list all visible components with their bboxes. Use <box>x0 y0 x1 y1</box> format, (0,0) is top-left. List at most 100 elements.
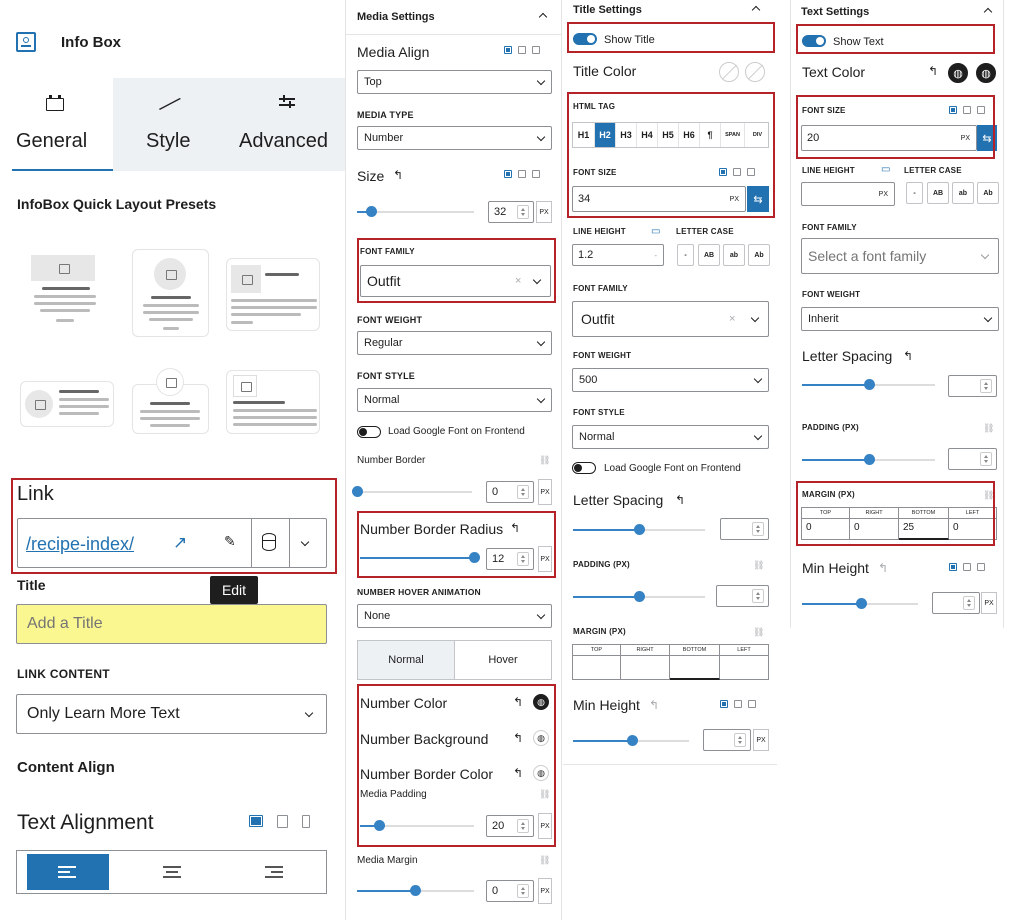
align-center-button[interactable] <box>163 866 181 878</box>
align-right-button[interactable] <box>265 866 283 878</box>
padding-slider[interactable] <box>802 454 935 465</box>
tablet-icon[interactable] <box>518 46 526 54</box>
case-upper-button[interactable]: AB <box>927 182 949 204</box>
tablet-icon[interactable] <box>277 815 288 828</box>
no-color-swatch[interactable] <box>745 62 765 82</box>
preset-layout-6[interactable] <box>226 370 320 434</box>
spinner-icon[interactable] <box>752 589 764 603</box>
chevron-up-icon[interactable] <box>751 5 761 15</box>
desktop-icon[interactable] <box>949 563 957 571</box>
slider-handle[interactable] <box>366 206 378 217</box>
globe-color-icon[interactable]: ◍ <box>948 63 968 83</box>
preset-layout-2[interactable] <box>132 249 209 337</box>
spinner-icon[interactable] <box>517 485 529 499</box>
tablet-icon[interactable] <box>734 700 742 708</box>
spinner-icon[interactable] <box>980 379 992 393</box>
load-google-font-toggle[interactable] <box>572 462 596 474</box>
preset-layout-1[interactable] <box>20 247 114 335</box>
tab-hover[interactable]: Hover <box>455 640 552 680</box>
link-icon[interactable]: ⛓ <box>753 560 764 571</box>
spinner-icon[interactable] <box>517 884 529 898</box>
unit-selector[interactable]: PX <box>538 878 552 904</box>
desktop-icon[interactable]: ▭ <box>651 226 660 237</box>
spinner-icon[interactable] <box>734 733 746 747</box>
link-icon[interactable]: ⛓ <box>983 423 994 434</box>
font-weight-select[interactable]: Inherit <box>801 307 999 331</box>
min-height-slider[interactable] <box>573 735 689 746</box>
clear-icon[interactable]: × <box>729 313 735 325</box>
font-family-select[interactable]: Outfit × <box>572 301 769 337</box>
desktop-icon[interactable]: ▭ <box>881 164 890 175</box>
tablet-icon[interactable] <box>518 170 526 178</box>
font-weight-select[interactable]: 500 <box>572 368 769 392</box>
case-none-button[interactable]: - <box>906 182 923 204</box>
chevron-up-icon[interactable] <box>538 12 548 22</box>
spinner-icon[interactable] <box>980 452 992 466</box>
size-input[interactable]: 32 <box>488 201 534 223</box>
slider-handle[interactable] <box>864 379 875 390</box>
preset-layout-4[interactable] <box>20 381 114 427</box>
unit-selector[interactable]: PX <box>981 592 997 614</box>
reset-icon[interactable]: ↰ <box>928 64 938 78</box>
margin-right-input[interactable]: RIGHT <box>621 644 670 680</box>
number-border-slider[interactable] <box>352 486 472 497</box>
chevron-up-icon[interactable] <box>983 7 993 17</box>
font-weight-select[interactable]: Regular <box>357 331 552 355</box>
line-height-input[interactable]: 1.2- <box>572 244 664 266</box>
desktop-icon[interactable] <box>504 170 512 178</box>
unit-selector[interactable]: PX <box>536 201 552 223</box>
mobile-icon[interactable] <box>748 700 756 708</box>
no-color-swatch[interactable] <box>719 62 739 82</box>
spinner-icon[interactable] <box>517 205 529 219</box>
margin-left-input[interactable]: LEFT <box>720 644 769 680</box>
desktop-icon[interactable] <box>249 815 263 827</box>
letter-spacing-input[interactable] <box>948 375 997 397</box>
padding-input[interactable] <box>948 448 997 470</box>
font-style-select[interactable]: Normal <box>357 388 552 412</box>
tab-normal[interactable]: Normal <box>357 640 455 680</box>
tablet-icon[interactable] <box>963 563 971 571</box>
media-align-select[interactable]: Top <box>357 70 552 94</box>
reset-icon[interactable]: ↰ <box>649 698 659 712</box>
load-google-font-toggle[interactable] <box>357 426 381 438</box>
line-height-input[interactable]: PX <box>801 182 895 206</box>
margin-bottom-input[interactable]: BOTTOM <box>670 644 720 680</box>
reset-icon[interactable]: ↰ <box>903 349 913 363</box>
link-icon[interactable]: ⛓ <box>539 855 550 866</box>
case-upper-button[interactable]: AB <box>698 244 720 266</box>
font-style-select[interactable]: Normal <box>572 425 769 449</box>
slider-handle[interactable] <box>352 486 363 497</box>
unit-selector[interactable]: PX <box>538 479 552 505</box>
slider-handle[interactable] <box>410 885 421 896</box>
tab-advanced[interactable]: Advanced <box>225 78 345 171</box>
align-left-button[interactable] <box>27 854 109 890</box>
case-capitalize-button[interactable]: Ab <box>977 182 999 204</box>
size-slider[interactable] <box>357 206 474 217</box>
link-icon[interactable]: ⛓ <box>753 627 764 638</box>
media-type-select[interactable]: Number <box>357 126 552 150</box>
spinner-icon[interactable] <box>963 596 975 610</box>
case-lower-button[interactable]: ab <box>952 182 974 204</box>
case-lower-button[interactable]: ab <box>723 244 745 266</box>
preset-layout-5[interactable] <box>132 368 209 434</box>
globe-color-icon[interactable]: ◍ <box>976 63 996 83</box>
reset-icon[interactable]: ↰ <box>393 168 403 182</box>
tab-general[interactable]: General <box>12 78 113 171</box>
title-input[interactable] <box>16 604 327 644</box>
margin-top-input[interactable]: TOP <box>572 644 621 680</box>
unit-selector[interactable]: PX <box>753 729 769 751</box>
link-content-select[interactable]: Only Learn More Text <box>16 694 327 734</box>
letter-spacing-input[interactable] <box>720 518 769 540</box>
padding-slider[interactable] <box>573 591 705 602</box>
font-family-select[interactable]: Select a font family <box>801 238 999 274</box>
min-height-input[interactable] <box>932 592 980 614</box>
tab-style[interactable]: ╱ Style <box>113 78 225 171</box>
slider-handle[interactable] <box>634 524 645 535</box>
min-height-slider[interactable] <box>802 598 918 609</box>
mobile-icon[interactable] <box>302 815 310 828</box>
desktop-icon[interactable] <box>720 700 728 708</box>
number-border-input[interactable]: 0 <box>486 481 534 503</box>
padding-input[interactable] <box>716 585 769 607</box>
min-height-input[interactable] <box>703 729 751 751</box>
link-icon[interactable]: ⛓ <box>539 455 550 466</box>
